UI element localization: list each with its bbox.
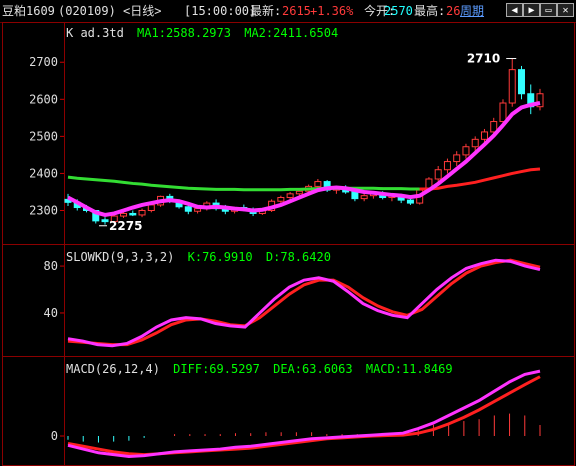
candle-body	[120, 212, 128, 217]
dea-name: DEA	[273, 362, 295, 376]
open-price: 2570	[384, 4, 413, 18]
price-legend: K ad.3td MA1:2588.2973 MA2:2411.6504	[66, 26, 339, 40]
ma2-line	[67, 175, 420, 192]
candle-body	[406, 199, 414, 204]
ma1-line	[67, 101, 541, 217]
next-icon[interactable]: ▶	[523, 3, 540, 17]
candle-body	[480, 131, 488, 140]
dea-line	[67, 375, 541, 457]
kd-tick-label: 40	[44, 306, 58, 320]
candle-body	[184, 206, 192, 212]
title-bar: 豆粕1609 (020109) <日线> [15:00:00] 最新: 2615…	[0, 0, 576, 23]
kd-pane-title: SLOWKD(9,3,3,2)	[66, 250, 175, 264]
price-pane: 2300 2400 2500 2600 2700 2710 2275	[29, 52, 544, 233]
symbol-name: 豆粕1609	[2, 4, 55, 18]
diff-name: DIFF	[173, 362, 203, 376]
restore-icon[interactable]: ▭	[540, 3, 557, 17]
period-button[interactable]: 周期	[460, 4, 484, 18]
low-annotation: 2275	[109, 219, 142, 233]
close-icon[interactable]: ✕	[557, 3, 574, 17]
chart-area: 2300 2400 2500 2600 2700 2710 2275 40 80 0	[2, 22, 575, 466]
candle-body	[471, 138, 479, 148]
k-value: 76.9910	[202, 250, 253, 264]
change-percent: +1.36%	[310, 4, 354, 18]
period-label: <日线>	[123, 4, 162, 18]
price-pane-title: K ad.3td	[66, 26, 124, 40]
high-price: 26	[446, 4, 461, 18]
high-annotation: 2710	[467, 52, 500, 66]
high-label: 最高:	[414, 4, 446, 18]
macd-value: 11.8469	[401, 362, 453, 376]
d-value: 78.6420	[280, 250, 331, 264]
kd-pane: 40 80	[44, 258, 541, 348]
candle-body	[147, 204, 155, 211]
ma1-name: MA1	[137, 26, 159, 40]
candle-body	[129, 212, 137, 216]
last-label: 最新:	[250, 4, 282, 18]
last-price: 2615	[282, 4, 311, 18]
candle-body	[462, 146, 470, 156]
price-tick-label: 2700	[29, 55, 58, 69]
kd-legend: SLOWKD(9,3,3,2) K:76.9910 D:78.6420	[66, 250, 331, 264]
price-tick-label: 2500	[29, 129, 58, 143]
candle-body	[277, 197, 285, 202]
candle-body	[508, 69, 516, 104]
macd-legend: MACD(26,12,4) DIFF:69.5297 DEA:63.6063 M…	[66, 362, 453, 376]
ma1-value: 2588.2973	[165, 26, 231, 40]
candle-body	[314, 181, 322, 187]
candle-body	[499, 102, 507, 123]
dea-value: 63.6063	[302, 362, 353, 376]
candle-body	[517, 69, 525, 95]
price-tick-label: 2400	[29, 166, 58, 180]
candle-body	[443, 161, 451, 171]
symbol-code: (020109)	[58, 4, 116, 18]
ma2-name: MA2	[244, 26, 266, 40]
macd-tick-label: 0	[51, 429, 58, 443]
candle-body	[138, 209, 146, 216]
ma2-value: 2411.6504	[273, 26, 339, 40]
macd-name: MACD	[365, 362, 395, 376]
diff-value: 69.5297	[209, 362, 260, 376]
price-tick-label: 2600	[29, 92, 58, 106]
macd-pane-title: MACD(26,12,4)	[66, 362, 160, 376]
kd-tick-label: 80	[44, 259, 58, 273]
candle-body	[295, 190, 303, 195]
candle-body	[434, 169, 442, 180]
k-name: K	[187, 250, 195, 264]
candle-body	[360, 195, 368, 200]
candle-body	[194, 208, 202, 212]
candle-body	[351, 191, 359, 200]
macd-pane: 0	[51, 369, 541, 459]
price-tick-label: 2300	[29, 203, 58, 217]
prev-icon[interactable]: ◀	[506, 3, 523, 17]
time-label: [15:00:00]	[184, 4, 257, 18]
candle-body	[286, 193, 294, 199]
candle-body	[453, 154, 461, 163]
candle-body	[101, 219, 109, 223]
d-line	[67, 258, 541, 347]
